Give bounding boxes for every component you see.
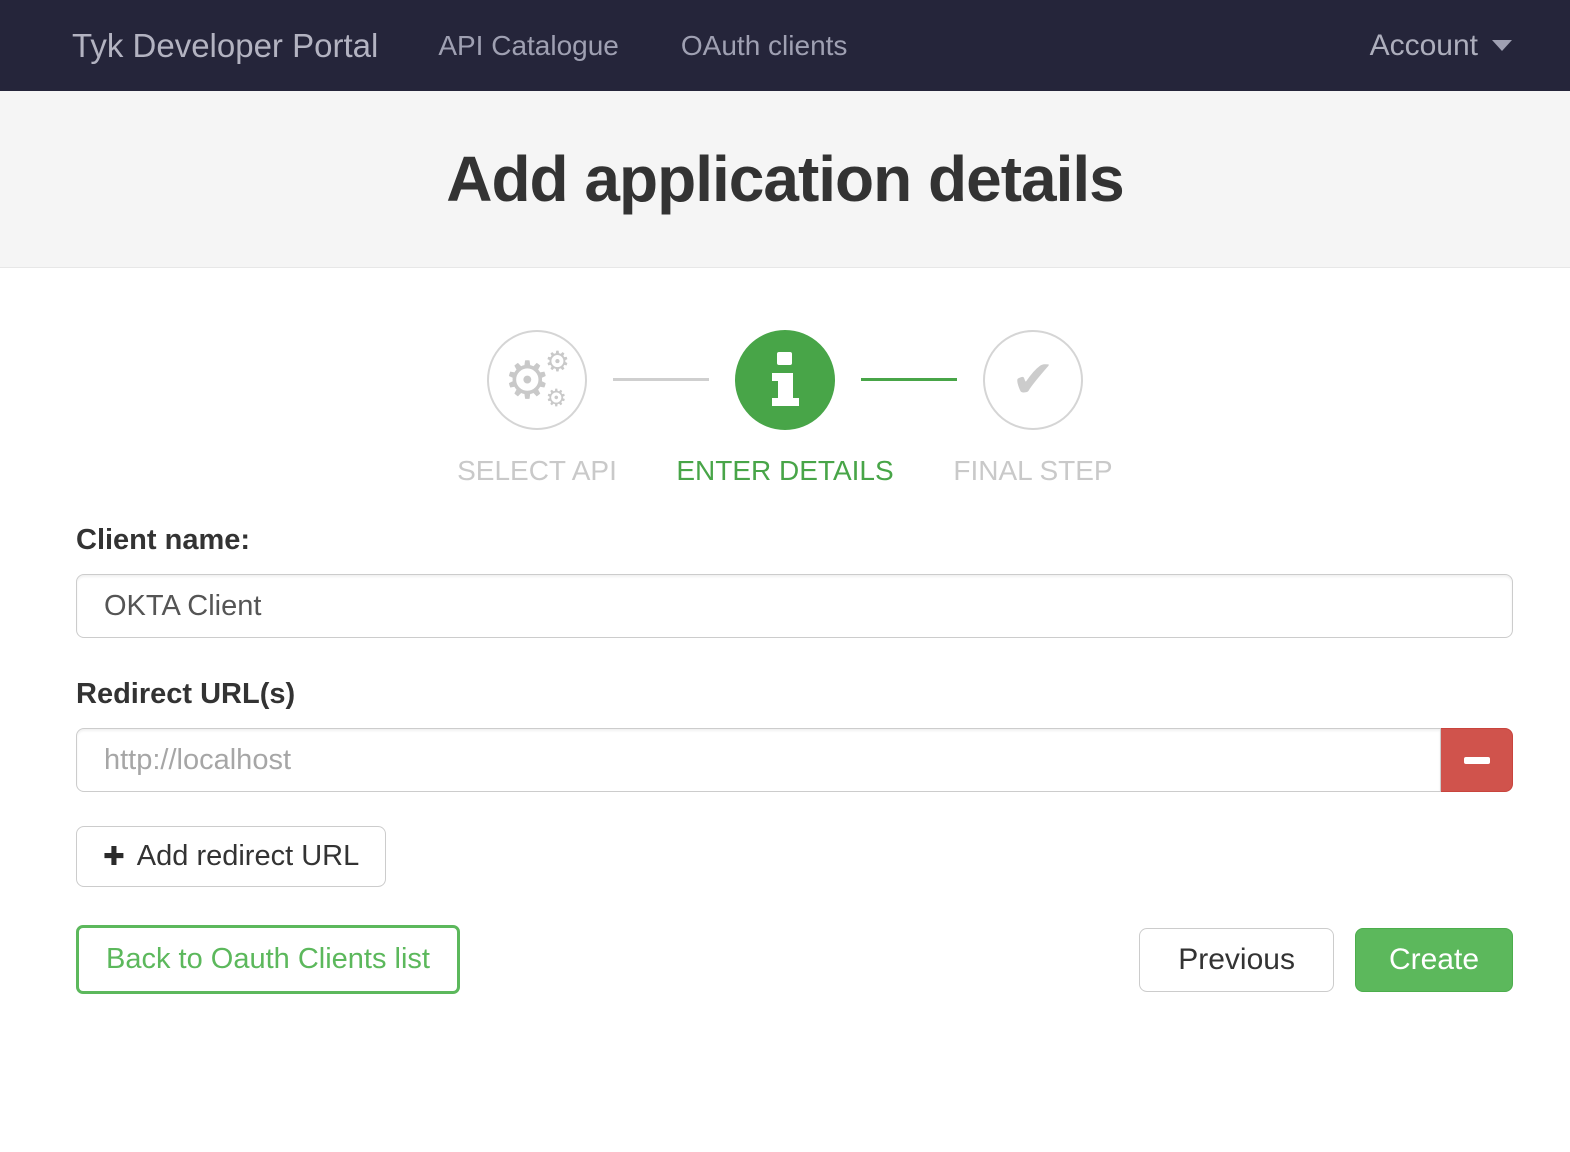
remove-redirect-url-button[interactable]	[1441, 728, 1513, 792]
select-api-step-label: SELECT API	[457, 455, 617, 486]
add-redirect-url-label: Add redirect URL	[136, 840, 360, 872]
wizard-step-select-api[interactable]: ⚙ ⚙ ⚙ SELECT API	[457, 330, 617, 486]
chevron-down-icon	[1492, 40, 1512, 51]
wizard-connector-2	[861, 378, 957, 381]
enter-details-step-label: ENTER DETAILS	[676, 455, 894, 486]
back-to-oauth-clients-button[interactable]: Back to Oauth Clients list	[76, 925, 460, 994]
brand-tyk-developer-portal[interactable]: Tyk Developer Portal	[72, 27, 378, 65]
top-navbar: Tyk Developer Portal API Catalogue OAuth…	[0, 0, 1570, 91]
wizard-connector-1	[613, 378, 709, 381]
select-api-step-circle: ⚙ ⚙ ⚙	[487, 330, 587, 430]
client-name-label: Client name:	[76, 524, 251, 556]
wizard-step-final-step[interactable]: ✔ FINAL STEP	[953, 330, 1113, 486]
nav-item-oauth-clients[interactable]: OAuth clients	[681, 30, 848, 62]
enter-details-step-circle	[735, 330, 835, 430]
page-title: Add application details	[446, 143, 1125, 215]
redirect-url-input[interactable]	[76, 728, 1441, 792]
check-icon: ✔	[1011, 350, 1055, 410]
create-button[interactable]: Create	[1354, 927, 1513, 992]
final-step-label: FINAL STEP	[953, 455, 1113, 486]
nav-item-api-catalogue[interactable]: API Catalogue	[438, 30, 619, 62]
final-step-circle: ✔	[983, 330, 1083, 430]
page-header: Add application details	[0, 91, 1570, 268]
info-icon	[772, 352, 799, 406]
application-details-form: Client name: Redirect URL(s) ✚ Add redir…	[0, 430, 1570, 994]
redirect-urls-label: Redirect URL(s)	[76, 678, 296, 710]
redirect-url-input-group	[76, 728, 1513, 792]
add-redirect-url-button[interactable]: ✚ Add redirect URL	[76, 826, 387, 887]
wizard-step-enter-details[interactable]: ENTER DETAILS	[676, 330, 894, 486]
previous-button[interactable]: Previous	[1139, 927, 1334, 992]
account-dropdown[interactable]: Account	[1370, 29, 1512, 63]
account-dropdown-label: Account	[1369, 28, 1478, 62]
form-footer: Back to Oauth Clients list Previous Crea…	[76, 925, 1513, 994]
field-gap	[76, 638, 1513, 678]
plus-icon: ✚	[103, 841, 125, 872]
gears-icon: ⚙ ⚙ ⚙	[504, 345, 570, 412]
minus-icon	[1463, 756, 1490, 764]
client-name-input[interactable]	[76, 574, 1513, 638]
navbar-links: API Catalogue OAuth clients	[438, 30, 909, 62]
wizard-steps: ⚙ ⚙ ⚙ SELECT API ENTER DETAILS ✔ FINAL S…	[0, 330, 1570, 486]
